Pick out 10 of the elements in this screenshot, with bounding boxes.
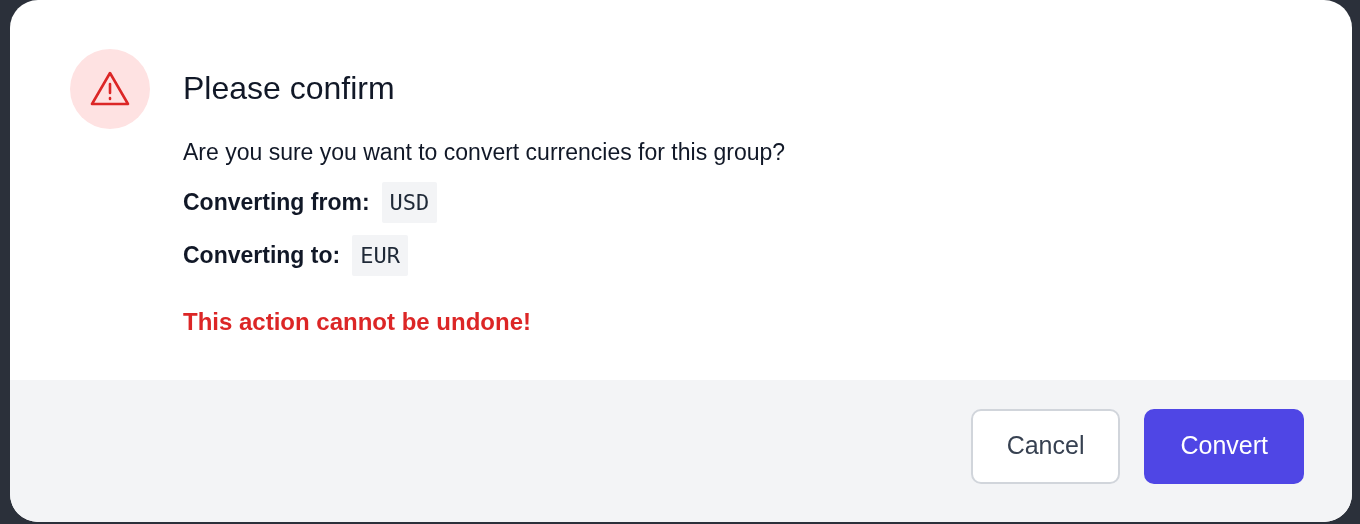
warning-text: This action cannot be undone! [183,306,532,337]
warning-icon [89,70,131,108]
confirmation-message: Are you sure you want to convert currencies for this group? [183,138,786,168]
field-label: Converting to: [183,241,341,271]
convert-button[interactable]: Convert [1144,408,1304,484]
currency-code: USD [381,181,438,223]
cancel-button[interactable]: Cancel [970,408,1121,484]
currency-code: EUR [352,234,408,276]
dialog-title: Please confirm [183,69,396,108]
field-label: Converting from: [183,188,370,218]
